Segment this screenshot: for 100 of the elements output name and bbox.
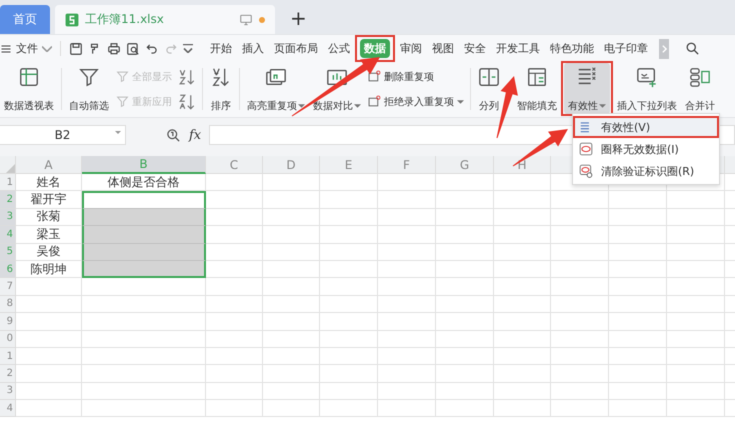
empty-cell[interactable] bbox=[551, 365, 609, 383]
empty-cell[interactable] bbox=[378, 191, 436, 209]
empty-cell[interactable] bbox=[436, 174, 494, 192]
empty-cell[interactable] bbox=[378, 348, 436, 366]
empty-cell[interactable] bbox=[436, 382, 494, 400]
empty-cell[interactable] bbox=[263, 226, 320, 244]
empty-cell[interactable] bbox=[609, 208, 667, 226]
empty-cell[interactable] bbox=[667, 382, 725, 400]
empty-cell[interactable] bbox=[494, 313, 551, 331]
empty-cell[interactable] bbox=[436, 260, 494, 278]
new-tab-button[interactable]: + bbox=[280, 6, 317, 34]
empty-cell[interactable] bbox=[551, 348, 609, 366]
empty-cell[interactable] bbox=[436, 226, 494, 244]
empty-cell[interactable] bbox=[263, 348, 320, 366]
empty-cell[interactable] bbox=[378, 330, 436, 348]
empty-cell[interactable] bbox=[667, 191, 725, 209]
empty-cell[interactable] bbox=[609, 365, 667, 383]
empty-cell[interactable] bbox=[378, 313, 436, 331]
empty-cell[interactable] bbox=[609, 226, 667, 244]
empty-cell[interactable] bbox=[320, 260, 378, 278]
empty-cell[interactable] bbox=[263, 400, 320, 418]
file-menu[interactable]: 文件 bbox=[16, 41, 38, 56]
empty-cell[interactable] bbox=[320, 400, 378, 418]
ribbon-tab[interactable]: 页面布局 bbox=[270, 39, 322, 58]
empty-cell[interactable] bbox=[378, 260, 436, 278]
empty-cell[interactable] bbox=[667, 348, 725, 366]
menu-item[interactable]: 有效性(V) bbox=[573, 116, 719, 138]
name-box[interactable]: B2 bbox=[0, 125, 126, 145]
ribbon-button[interactable]: 删除重复项 bbox=[368, 70, 464, 84]
empty-cell[interactable] bbox=[263, 278, 320, 296]
empty-cell[interactable] bbox=[82, 313, 206, 331]
empty-cell[interactable] bbox=[263, 174, 320, 192]
empty-cell[interactable] bbox=[436, 191, 494, 209]
empty-cell[interactable] bbox=[551, 278, 609, 296]
empty-cell[interactable] bbox=[551, 313, 609, 331]
empty-cell[interactable] bbox=[436, 244, 494, 261]
empty-cell[interactable] bbox=[82, 382, 206, 400]
empty-cell[interactable] bbox=[494, 226, 551, 244]
empty-cell[interactable] bbox=[551, 400, 609, 418]
ribbon-button[interactable]: 有效性 bbox=[564, 63, 610, 114]
empty-cell[interactable] bbox=[667, 365, 725, 383]
empty-cell[interactable] bbox=[263, 382, 320, 400]
selected-cell[interactable] bbox=[82, 244, 206, 261]
ribbon-button[interactable]: 智能填充 bbox=[513, 64, 561, 114]
ribbon-tab[interactable]: 安全 bbox=[460, 39, 490, 58]
empty-cell[interactable] bbox=[667, 208, 725, 226]
empty-cell[interactable] bbox=[263, 313, 320, 331]
empty-cell[interactable] bbox=[82, 365, 206, 383]
empty-cell[interactable] bbox=[263, 208, 320, 226]
empty-cell[interactable] bbox=[609, 330, 667, 348]
select-all-button[interactable] bbox=[0, 156, 16, 174]
ribbon-tab[interactable]: 插入 bbox=[238, 39, 268, 58]
empty-cell[interactable] bbox=[263, 260, 320, 278]
ribbon-button[interactable]: 数据对比 bbox=[309, 64, 365, 114]
empty-cell[interactable] bbox=[206, 174, 263, 192]
empty-cell[interactable] bbox=[551, 208, 609, 226]
empty-cell[interactable] bbox=[320, 208, 378, 226]
ribbon-tab[interactable]: 开发工具 bbox=[492, 39, 544, 58]
empty-cell[interactable] bbox=[436, 278, 494, 296]
scroll-right-button[interactable] bbox=[659, 38, 669, 58]
menu-item[interactable]: 圈释无效数据(I) bbox=[573, 138, 719, 160]
ribbon-button[interactable]: 数据透视表 bbox=[0, 64, 58, 114]
empty-cell[interactable] bbox=[263, 330, 320, 348]
empty-cell[interactable] bbox=[494, 278, 551, 296]
empty-cell[interactable] bbox=[320, 296, 378, 314]
ribbon-button[interactable]: 自动筛选 bbox=[65, 64, 113, 114]
empty-cell[interactable] bbox=[378, 244, 436, 261]
empty-cell[interactable] bbox=[609, 313, 667, 331]
empty-cell[interactable] bbox=[436, 313, 494, 331]
empty-cell[interactable] bbox=[436, 296, 494, 314]
empty-cell[interactable] bbox=[378, 226, 436, 244]
empty-cell[interactable] bbox=[551, 191, 609, 209]
empty-cell[interactable] bbox=[378, 365, 436, 383]
empty-cell[interactable] bbox=[320, 174, 378, 192]
empty-cell[interactable] bbox=[82, 296, 206, 314]
empty-cell[interactable] bbox=[551, 382, 609, 400]
ribbon-button[interactable]: 插入下拉列表 bbox=[613, 64, 681, 114]
empty-cell[interactable] bbox=[206, 400, 263, 418]
empty-cell[interactable] bbox=[436, 365, 494, 383]
function-button[interactable]: fx bbox=[189, 128, 202, 142]
empty-cell[interactable] bbox=[320, 313, 378, 331]
empty-cell[interactable] bbox=[263, 244, 320, 261]
empty-cell[interactable] bbox=[609, 278, 667, 296]
ribbon-tab[interactable]: 公式 bbox=[324, 39, 354, 58]
empty-cell[interactable] bbox=[494, 400, 551, 418]
empty-cell[interactable] bbox=[378, 208, 436, 226]
empty-cell[interactable] bbox=[206, 348, 263, 366]
empty-cell[interactable] bbox=[609, 244, 667, 261]
empty-cell[interactable] bbox=[494, 260, 551, 278]
ribbon-button[interactable]: 排序 bbox=[206, 64, 236, 114]
empty-cell[interactable] bbox=[667, 313, 725, 331]
empty-cell[interactable] bbox=[320, 382, 378, 400]
empty-cell[interactable] bbox=[667, 400, 725, 418]
empty-cell[interactable] bbox=[436, 348, 494, 366]
empty-cell[interactable] bbox=[378, 296, 436, 314]
empty-cell[interactable] bbox=[609, 382, 667, 400]
empty-cell[interactable] bbox=[551, 244, 609, 261]
empty-cell[interactable] bbox=[667, 296, 725, 314]
ribbon-tab[interactable]: 开始 bbox=[206, 39, 236, 58]
empty-cell[interactable] bbox=[609, 191, 667, 209]
